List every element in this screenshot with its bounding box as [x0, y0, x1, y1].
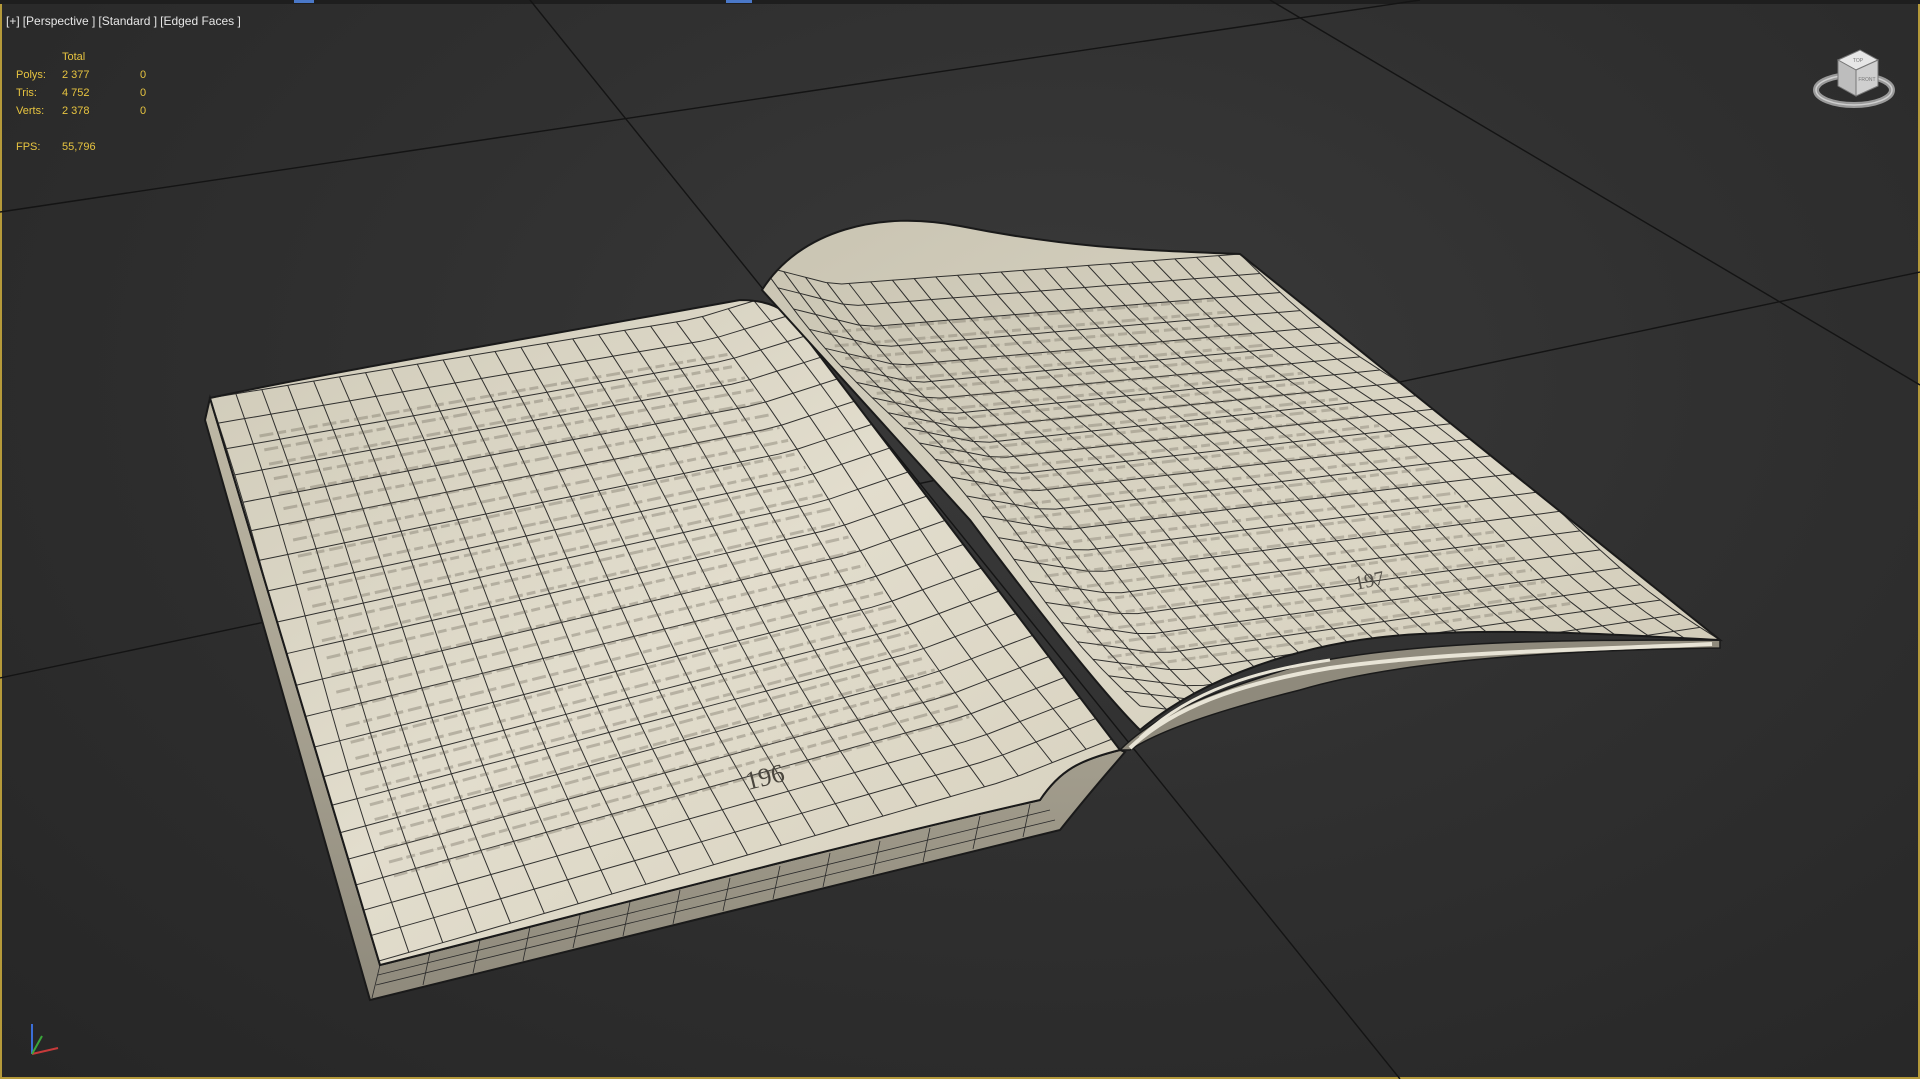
viewcube-top-label: TOP — [1853, 58, 1864, 64]
fps-label: FPS: — [16, 141, 41, 153]
stats-label: Tris: — [16, 87, 37, 99]
fps-row: FPS: 55,796 — [16, 138, 146, 156]
scene-3d: 196 197 — [0, 0, 1920, 1079]
stats-row: Verts: 2 378 0 — [16, 102, 146, 120]
viewport-label: [+] [Perspective ] [Standard ] [Edged Faces… — [6, 14, 244, 28]
statistics-overlay: Total Polys: 2 377 0 Tris: 4 752 0 Verts… — [16, 48, 146, 156]
viewport-view-menu[interactable]: [Perspective ] — [23, 14, 96, 28]
viewcube[interactable]: TOP FRONT — [1808, 40, 1904, 120]
stats-selected: 0 — [140, 87, 147, 99]
stats-row: Tris: 4 752 0 — [16, 84, 146, 102]
stats-selected: 0 — [140, 105, 147, 117]
axis-tripod-icon — [31, 1024, 59, 1055]
stats-row: Polys: 2 377 0 — [16, 66, 146, 84]
fps-value: 55,796 — [62, 141, 96, 153]
viewport-plus-menu[interactable]: [+] — [6, 14, 20, 28]
viewport-shading-menu[interactable]: [Standard ] — [98, 14, 157, 28]
stats-total: 4 752 — [62, 87, 90, 99]
stats-total: 2 377 — [62, 69, 90, 81]
stats-label: Verts: — [16, 105, 45, 117]
stats-total: 2 378 — [62, 105, 90, 117]
stats-header: Total — [62, 51, 86, 63]
viewport-mode-menu[interactable]: [Edged Faces ] — [160, 14, 241, 28]
viewcube-front-label: FRONT — [1858, 77, 1875, 83]
stats-label: Polys: — [16, 69, 46, 81]
stats-selected: 0 — [140, 69, 147, 81]
